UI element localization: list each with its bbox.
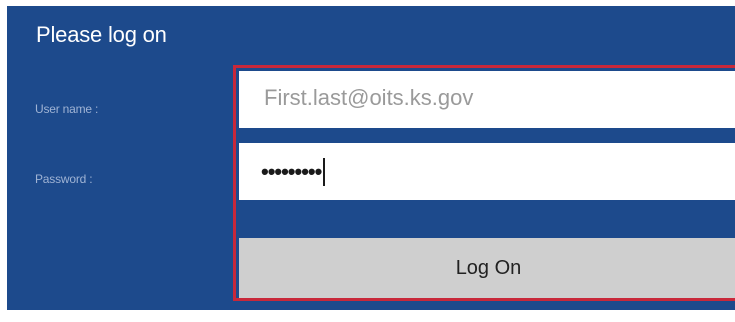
log-on-button-label: Log On (455, 256, 522, 279)
text-cursor (323, 157, 326, 186)
username-value: First.last@oits.ks.gov (264, 85, 474, 110)
username-input[interactable]: First.last@oits.ks.gov (239, 71, 735, 128)
screenshot-frame: Please log on User name : Password : Fir… (0, 0, 735, 322)
password-input[interactable]: ••••••••• (239, 143, 735, 200)
password-label: Password : (35, 172, 93, 186)
log-on-button[interactable]: Log On (239, 238, 735, 298)
username-label: User name : (35, 102, 99, 116)
password-masked-value: ••••••••• (261, 158, 322, 184)
form-highlight-box: First.last@oits.ks.gov ••••••••• Log On (233, 65, 735, 301)
login-title: Please log on (36, 22, 167, 47)
